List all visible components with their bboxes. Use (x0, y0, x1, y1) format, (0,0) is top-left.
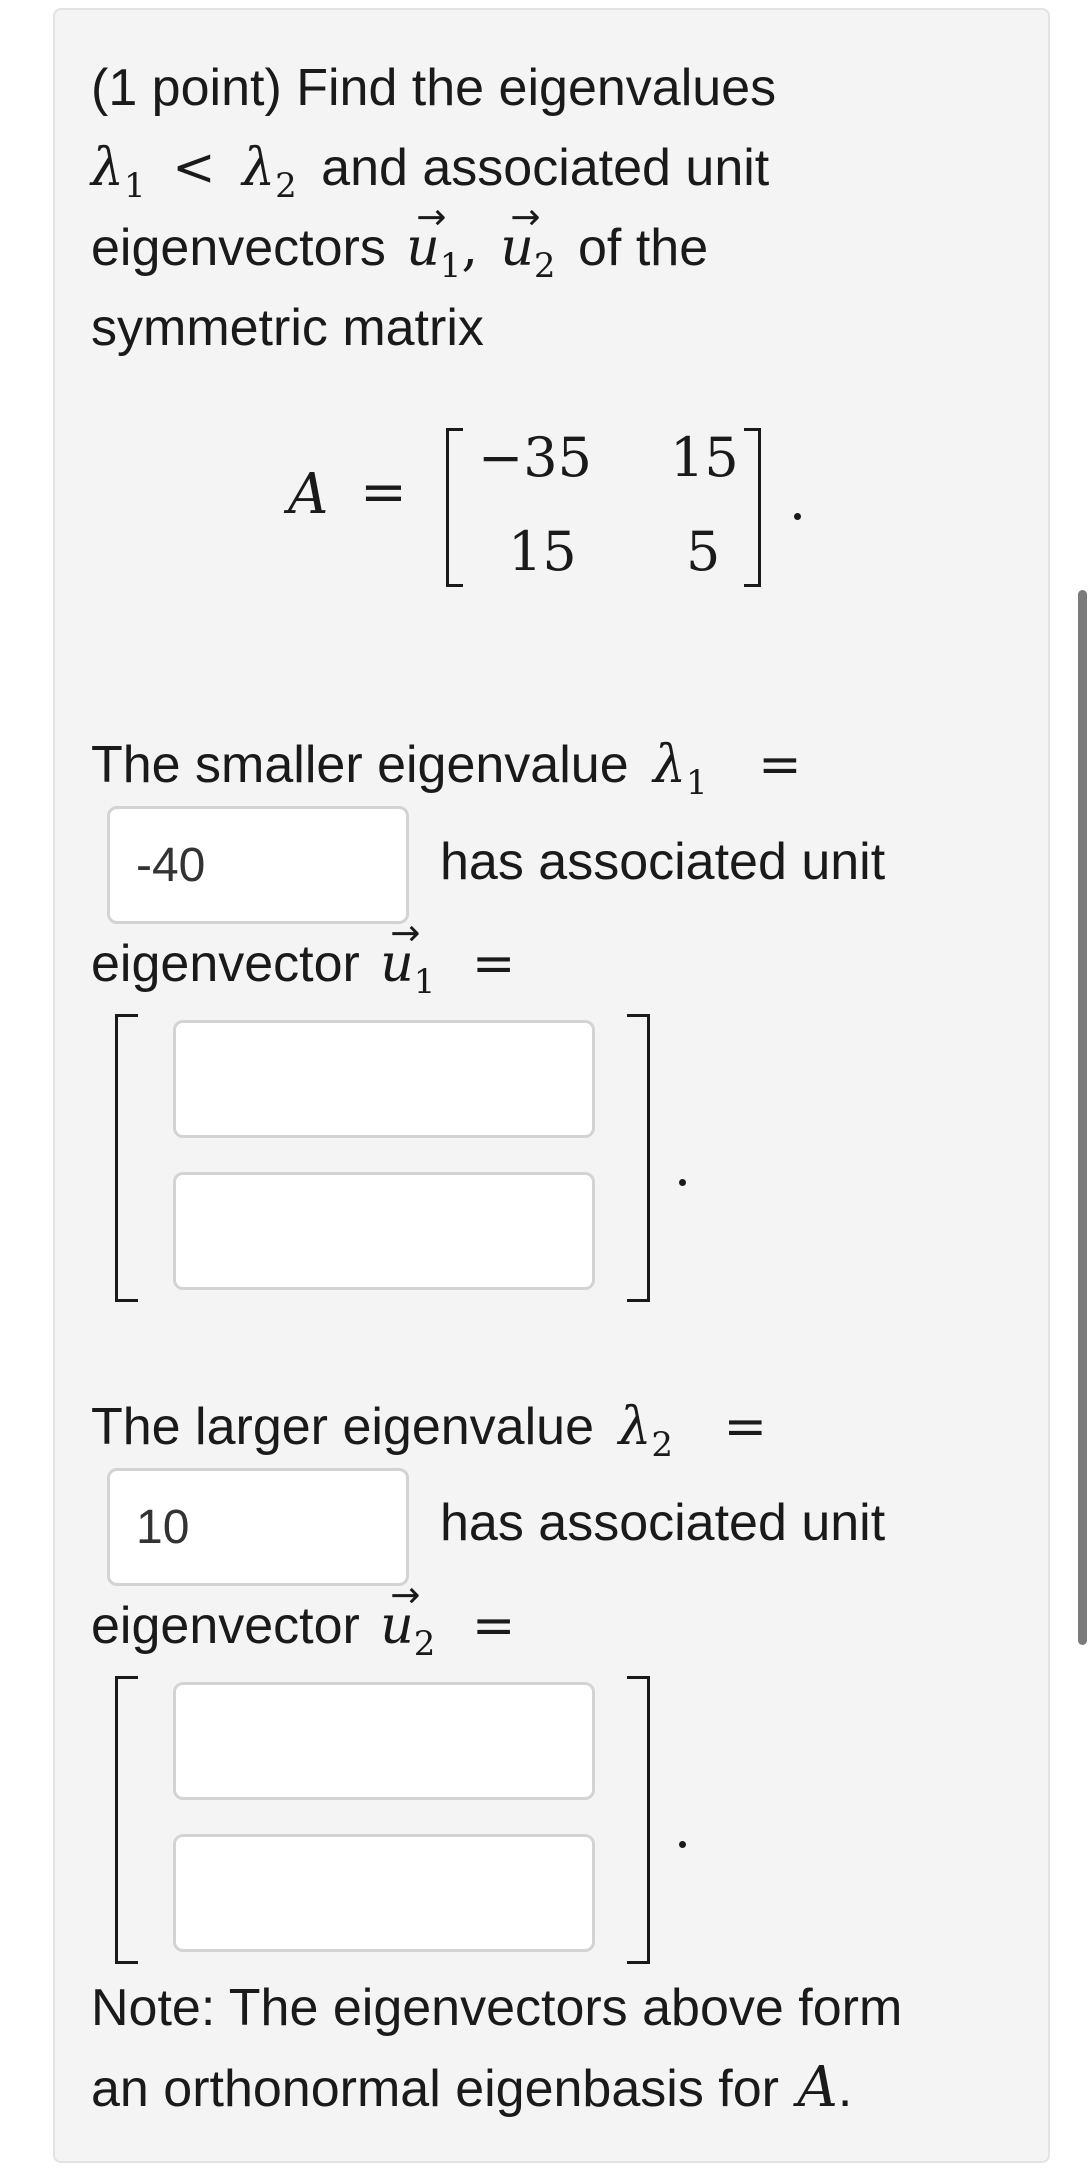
u2-left-bracket (115, 1676, 138, 1964)
eigenvectors-text: eigenvectors (91, 219, 386, 277)
u2-period (679, 1841, 686, 1848)
u1-vector-symbol: u1 (380, 904, 435, 1002)
lambda-1-symbol: λ1 (653, 735, 708, 803)
lambda-2-symbol: λ2 (242, 138, 297, 206)
note-line2: an orthonormal eigenbasis for A. (91, 2058, 852, 2119)
note-line1: Note: The eigenvectors above form (91, 1979, 903, 2037)
u2-vector-symbol: u2 (380, 1566, 435, 1664)
note-text: an orthonormal eigenbasis for (91, 2060, 779, 2118)
larger-eigenvalue-input[interactable] (107, 1468, 409, 1586)
matrix-a21: 15 (508, 520, 577, 583)
u2-component-2-input[interactable] (173, 1834, 595, 1952)
matrix-a22: 5 (686, 520, 721, 583)
u1-vector-symbol: u1 (406, 188, 461, 286)
problem-intro-line4: symmetric matrix (91, 298, 484, 358)
eigenvector-label: eigenvector (91, 1597, 360, 1655)
has-associated-unit-text: has associated unit (440, 1494, 886, 1552)
problem-intro-line1: (1 point) Find the eigenvalues (91, 58, 776, 118)
u1-component-2-input[interactable] (173, 1172, 595, 1290)
eigenvector-u1-line: eigenvector u1 = (91, 904, 516, 1002)
u1-right-bracket (627, 1014, 650, 1302)
and-associated-unit-text: and associated unit (321, 139, 770, 197)
note-matrix-name: A (797, 2055, 838, 2120)
of-the-text: of the (578, 219, 709, 277)
vertical-scrollbar[interactable] (1078, 590, 1087, 1645)
matrix-equals: = (360, 460, 407, 525)
note-period: . (837, 2060, 853, 2118)
equals-sign: = (723, 1397, 768, 1457)
larger-eigenvalue-label: The larger eigenvalue (91, 1398, 594, 1456)
equals-sign: = (471, 1596, 516, 1656)
matrix-name: A (288, 462, 329, 527)
matrix-a12: 15 (670, 426, 739, 489)
u2-right-bracket (627, 1676, 650, 1964)
lambda-1-symbol: λ1 (91, 138, 146, 206)
eigenvector-label: eigenvector (91, 935, 360, 993)
lambda-2-symbol: λ2 (618, 1397, 674, 1465)
matrix-a11: −35 (478, 426, 592, 489)
problem-intro-text: (1 point) Find the eigenvalues (91, 59, 777, 117)
matrix-period (794, 513, 801, 520)
u2-component-1-input[interactable] (173, 1682, 595, 1800)
matrix-left-bracket (446, 428, 463, 587)
u1-period (679, 1179, 686, 1186)
u1-left-bracket (115, 1014, 138, 1302)
smaller-eigenvalue-line: The smaller eigenvalue λ1 = (91, 735, 802, 803)
eigenvector-u2-line: eigenvector u2 = (91, 1566, 516, 1664)
problem-intro-line3: eigenvectors u1, u2 of the (91, 188, 709, 286)
smaller-eigenvalue-input[interactable] (107, 806, 409, 924)
equals-sign: = (471, 934, 516, 994)
comma-text: , (461, 218, 478, 278)
u2-vector-symbol: u2 (500, 188, 555, 286)
smaller-eigenvalue-label: The smaller eigenvalue (91, 736, 629, 794)
u1-component-1-input[interactable] (173, 1020, 595, 1138)
less-than-symbol: < (172, 138, 216, 198)
matrix-right-bracket (744, 428, 761, 587)
symmetric-matrix-text: symmetric matrix (91, 299, 484, 357)
larger-eigenvalue-line: The larger eigenvalue λ2 = (91, 1397, 768, 1465)
equals-sign: = (758, 735, 802, 795)
has-associated-unit-text: has associated unit (440, 833, 886, 891)
